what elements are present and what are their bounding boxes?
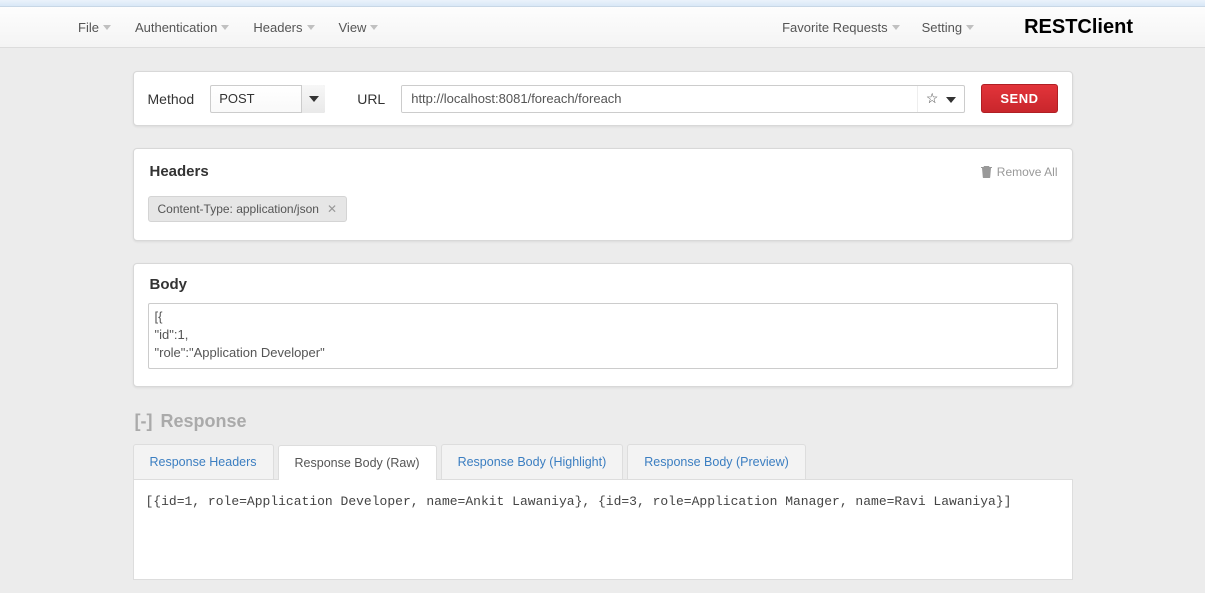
- tab-response-headers[interactable]: Response Headers: [133, 444, 274, 479]
- header-chip-text: Content-Type: application/json: [158, 202, 319, 216]
- menu-headers-label: Headers: [253, 20, 302, 35]
- headers-panel: Headers Remove All Content-Type: applica…: [133, 148, 1073, 241]
- response-collapse-toggle[interactable]: [-]: [135, 411, 153, 432]
- remove-all-label: Remove All: [997, 165, 1058, 179]
- chevron-down-icon: [370, 25, 378, 30]
- menu-fav-label: Favorite Requests: [782, 20, 888, 35]
- headers-title: Headers: [150, 163, 209, 180]
- body-title: Body: [150, 276, 1058, 293]
- response-raw-text: [{id=1, role=Application Developer, name…: [146, 494, 1060, 509]
- method-label: Method: [148, 91, 195, 107]
- response-body-box: [{id=1, role=Application Developer, name…: [133, 480, 1073, 580]
- header-chips: Content-Type: application/json ✕: [148, 196, 1058, 222]
- menu-authentication[interactable]: Authentication: [135, 20, 229, 35]
- method-dropdown-button[interactable]: [301, 85, 325, 113]
- chevron-down-icon: [221, 25, 229, 30]
- request-panel: Method URL ☆ SEND: [133, 71, 1073, 126]
- chevron-down-icon: [966, 25, 974, 30]
- history-dropdown-icon[interactable]: [946, 90, 956, 108]
- page-body: Method URL ☆ SEND Headers: [0, 48, 1205, 593]
- menu-file-label: File: [78, 20, 99, 35]
- tab-response-body-highlight[interactable]: Response Body (Highlight): [441, 444, 624, 479]
- tab-response-body-preview[interactable]: Response Body (Preview): [627, 444, 806, 479]
- chevron-down-icon: [307, 25, 315, 30]
- tab-response-body-raw[interactable]: Response Body (Raw): [278, 445, 437, 480]
- body-textarea[interactable]: [148, 303, 1058, 369]
- remove-all-headers[interactable]: Remove All: [981, 165, 1058, 179]
- star-icon[interactable]: ☆: [926, 90, 939, 107]
- header-chip[interactable]: Content-Type: application/json ✕: [148, 196, 348, 222]
- method-select-wrap: [210, 85, 325, 113]
- chevron-down-icon: [309, 96, 319, 102]
- menu-bar: File Authentication Headers View Favorit…: [0, 7, 1205, 48]
- response-section-header: [-] Response: [135, 411, 1073, 432]
- body-panel: Body: [133, 263, 1073, 387]
- menu-file[interactable]: File: [78, 20, 111, 35]
- menu-view[interactable]: View: [339, 20, 379, 35]
- app-brand: RESTClient: [1024, 16, 1133, 39]
- close-icon[interactable]: ✕: [327, 202, 337, 216]
- url-label: URL: [357, 91, 385, 107]
- menu-right-group: Favorite Requests Setting RESTClient: [782, 16, 1133, 39]
- url-actions: ☆: [917, 86, 965, 112]
- menu-left-group: File Authentication Headers View: [78, 20, 378, 35]
- send-button[interactable]: SEND: [981, 84, 1057, 113]
- url-input[interactable]: [402, 86, 917, 112]
- menu-headers[interactable]: Headers: [253, 20, 314, 35]
- url-group: ☆: [401, 85, 965, 113]
- menu-setting-label: Setting: [922, 20, 962, 35]
- menu-view-label: View: [339, 20, 367, 35]
- menu-auth-label: Authentication: [135, 20, 217, 35]
- menu-favorite-requests[interactable]: Favorite Requests: [782, 20, 900, 35]
- trash-icon: [981, 165, 992, 178]
- window-top-strip: [0, 0, 1205, 7]
- response-title: Response: [160, 411, 246, 432]
- chevron-down-icon: [892, 25, 900, 30]
- menu-setting[interactable]: Setting: [922, 20, 974, 35]
- response-tabs: Response Headers Response Body (Raw) Res…: [133, 444, 1073, 480]
- chevron-down-icon: [103, 25, 111, 30]
